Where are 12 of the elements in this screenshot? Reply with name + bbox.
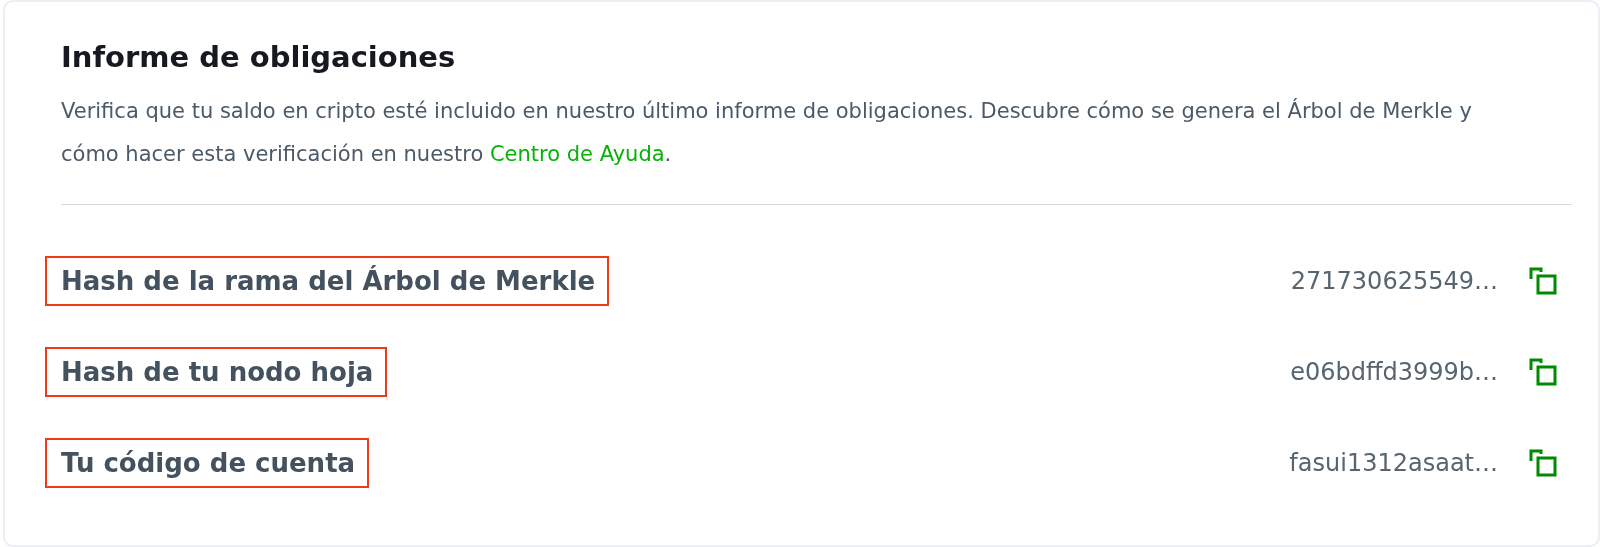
- field-value: 271730625549…: [1290, 266, 1498, 295]
- copy-icon[interactable]: [1528, 356, 1558, 387]
- section-title: Informe de obligaciones: [61, 40, 457, 74]
- field-label: Tu código de cuenta: [45, 437, 370, 488]
- copy-icon[interactable]: [1528, 447, 1558, 478]
- field-value: e06bdffd3999b…: [1290, 357, 1498, 386]
- help-center-link[interactable]: Centro de Ayuda: [489, 142, 665, 166]
- description-text: Verifica que tu saldo en cripto esté incluido en nuestro último informe de obligaciones. Descubre cómo se genera el Árbol de Merkle y cómo hacer esta verificación en nuestro Centro de Ayuda.: [61, 97, 1473, 168]
- copy-icon[interactable]: [1528, 265, 1558, 296]
- field-value: fasui1312asaat…: [1289, 448, 1498, 477]
- field-label: Hash de tu nodo hoja: [45, 346, 388, 397]
- field-label: Hash de la rama del Árbol de Merkle: [45, 255, 610, 306]
